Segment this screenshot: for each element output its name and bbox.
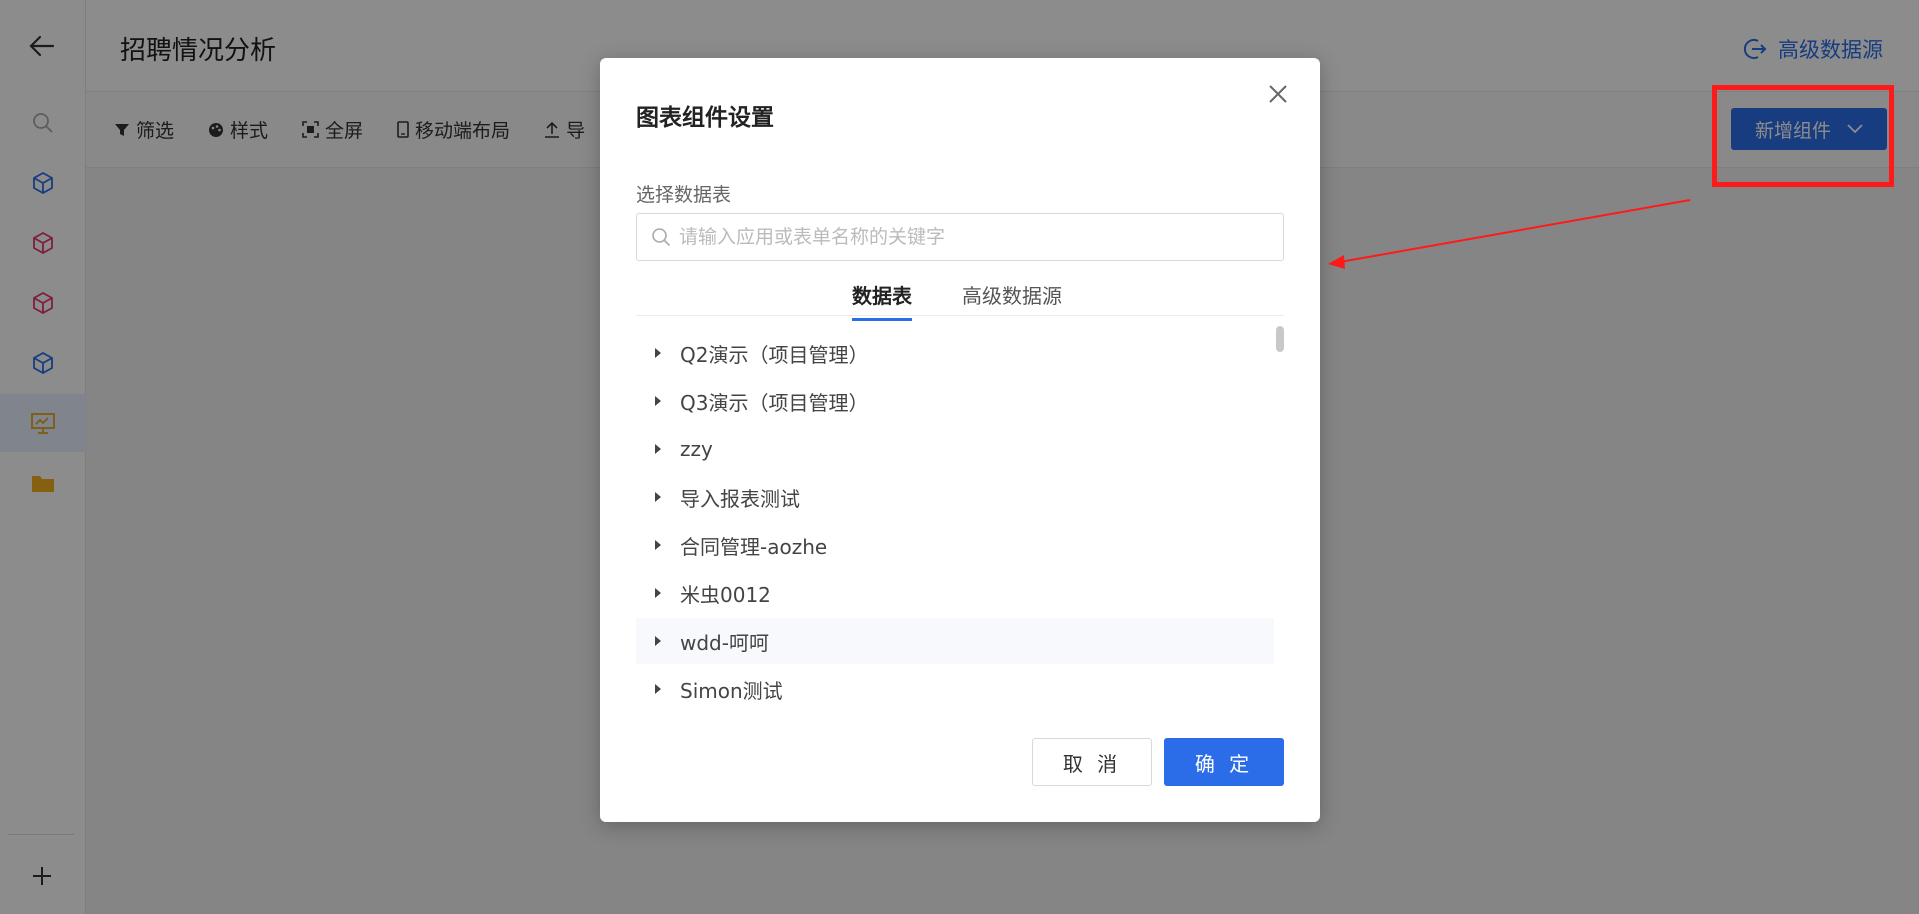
caret-right-icon — [636, 540, 680, 550]
caret-right-icon — [636, 396, 680, 406]
tab-advanced-source[interactable]: 高级数据源 — [962, 280, 1062, 309]
list-item-label: zzy — [680, 437, 713, 461]
caret-right-icon — [636, 444, 680, 454]
list-item[interactable]: zzy — [636, 426, 1274, 472]
caret-right-icon — [636, 588, 680, 598]
list-item[interactable]: Simon测试 — [636, 666, 1274, 712]
search-icon — [652, 228, 671, 247]
source-tabs: 数据表 高级数据源 — [636, 272, 1284, 321]
chart-settings-dialog: 图表组件设置 选择数据表 数据表 高级数据源 Q2演示（项目管理） Q3演示（项… — [600, 58, 1320, 822]
list-item-label: Q3演示（项目管理） — [680, 390, 869, 415]
caret-right-icon — [636, 636, 680, 646]
caret-right-icon — [636, 348, 680, 358]
list-item[interactable]: 合同管理-aozhe — [636, 522, 1274, 568]
list-item[interactable]: 米虫0012 — [636, 570, 1274, 616]
search-box — [636, 213, 1284, 261]
list-item-label: wdd-呵呵 — [680, 630, 769, 655]
tab-data-table[interactable]: 数据表 — [852, 280, 912, 321]
caret-right-icon — [636, 492, 680, 502]
data-table-list: Q2演示（项目管理） Q3演示（项目管理） zzy 导入报表测试 合同管理-ao… — [636, 326, 1284, 712]
close-icon[interactable] — [1262, 78, 1294, 110]
list-item[interactable]: wdd-呵呵 — [636, 618, 1274, 664]
list-item-label: 导入报表测试 — [680, 486, 800, 511]
confirm-button[interactable]: 确 定 — [1164, 738, 1284, 786]
list-item-label: 合同管理-aozhe — [680, 534, 828, 559]
caret-right-icon — [636, 684, 680, 694]
list-item[interactable]: Q2演示（项目管理） — [636, 330, 1274, 376]
list-item[interactable]: 导入报表测试 — [636, 474, 1274, 520]
list-item-label: Simon测试 — [680, 678, 783, 703]
dialog-title: 图表组件设置 — [636, 105, 774, 131]
cancel-button[interactable]: 取 消 — [1032, 738, 1152, 786]
select-table-label: 选择数据表 — [636, 184, 732, 206]
list-item-label: Q2演示（项目管理） — [680, 342, 869, 367]
list-scrollbar[interactable] — [1276, 326, 1284, 352]
annotation-highlight-box — [1712, 85, 1894, 187]
search-input[interactable] — [679, 226, 1283, 248]
list-item-label: 米虫0012 — [680, 582, 771, 607]
list-item[interactable]: Q3演示（项目管理） — [636, 378, 1274, 424]
